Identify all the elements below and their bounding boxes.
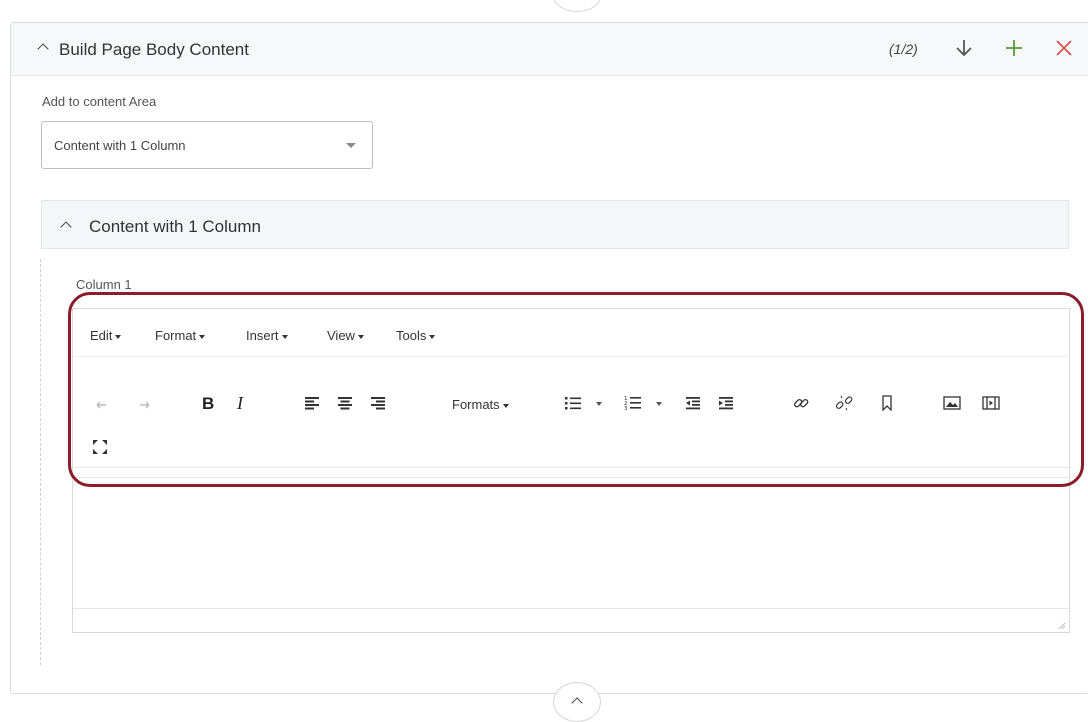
link-button[interactable]: [787, 389, 815, 417]
bookmark-icon: [882, 395, 892, 411]
svg-text:B: B: [202, 394, 214, 412]
fullscreen-button[interactable]: [86, 433, 114, 461]
editor-statusbar: [73, 609, 1069, 633]
indent-button[interactable]: [712, 389, 740, 417]
italic-icon: I: [236, 394, 244, 412]
bullet-list-dropdown[interactable]: [596, 402, 602, 406]
content-area-select[interactable]: Content with 1 Column: [41, 121, 373, 169]
resize-grip-icon[interactable]: [1057, 621, 1065, 629]
numbered-list-icon: 1 2 3: [624, 396, 641, 412]
rich-text-editor: Edit Format Insert View Tools B I Format…: [72, 308, 1070, 633]
align-left-button[interactable]: [298, 389, 326, 417]
move-down-button[interactable]: [951, 35, 977, 61]
numbered-list-button[interactable]: 1 2 3: [619, 389, 647, 417]
chevron-up-icon[interactable]: [60, 221, 72, 233]
insert-media-button[interactable]: [977, 389, 1005, 417]
content-column-header[interactable]: Content with 1 Column: [41, 200, 1069, 249]
nesting-guide: [40, 259, 41, 665]
italic-button[interactable]: I: [228, 389, 256, 417]
unlink-icon: [835, 395, 853, 411]
remove-button[interactable]: [1051, 35, 1077, 61]
align-right-icon: [371, 397, 385, 410]
build-page-body-panel: Build Page Body Content (1/2) Add to con…: [10, 22, 1088, 694]
outdent-button[interactable]: [679, 389, 707, 417]
numbered-list-dropdown[interactable]: [656, 402, 662, 406]
column-label: Column 1: [76, 277, 132, 292]
add-button[interactable]: [1001, 35, 1027, 61]
chevron-up-icon[interactable]: [37, 43, 49, 55]
top-collapse-tab: [553, 0, 601, 12]
arrow-down-icon: [956, 40, 972, 57]
align-left-icon: [305, 397, 319, 410]
bold-icon: B: [202, 394, 214, 412]
editor-menubar: Edit Format Insert View Tools: [73, 309, 1069, 357]
undo-button[interactable]: [86, 389, 114, 417]
bold-button[interactable]: B: [193, 389, 221, 417]
menu-view[interactable]: View: [327, 328, 364, 343]
indent-icon: [719, 397, 733, 410]
menu-insert[interactable]: Insert: [246, 328, 288, 343]
image-icon: [943, 396, 961, 410]
collapse-button[interactable]: [553, 682, 601, 722]
bookmark-button[interactable]: [873, 389, 901, 417]
toolbar-separator: [73, 467, 1069, 468]
close-icon: [1056, 40, 1072, 56]
redo-button[interactable]: [132, 389, 160, 417]
chevron-down-icon: [346, 143, 356, 148]
menu-tools[interactable]: Tools: [396, 328, 436, 343]
content-column-title: Content with 1 Column: [89, 217, 261, 236]
outdent-icon: [686, 397, 700, 410]
item-counter: (1/2): [889, 41, 918, 57]
link-icon: [794, 399, 809, 408]
svg-text:3: 3: [624, 406, 628, 412]
panel-title: Build Page Body Content: [59, 40, 249, 59]
svg-text:I: I: [236, 394, 244, 412]
plus-icon: [1006, 40, 1022, 56]
unlink-button[interactable]: [830, 389, 858, 417]
panel-header[interactable]: Build Page Body Content (1/2): [11, 23, 1088, 76]
redo-icon: [140, 401, 150, 409]
formats-dropdown[interactable]: Formats: [452, 397, 509, 412]
undo-icon: [96, 401, 106, 409]
bullet-list-icon: [565, 397, 581, 410]
media-icon: [982, 396, 1000, 410]
align-center-icon: [338, 397, 352, 410]
editor-content-area[interactable]: [73, 477, 1069, 609]
align-center-button[interactable]: [331, 389, 359, 417]
menu-format[interactable]: Format: [155, 328, 206, 343]
select-value: Content with 1 Column: [54, 138, 186, 153]
fullscreen-icon: [93, 440, 107, 454]
insert-image-button[interactable]: [938, 389, 966, 417]
align-right-button[interactable]: [364, 389, 392, 417]
menu-edit[interactable]: Edit: [90, 328, 122, 343]
bullet-list-button[interactable]: [559, 389, 587, 417]
add-to-content-area-label: Add to content Area: [42, 94, 157, 109]
